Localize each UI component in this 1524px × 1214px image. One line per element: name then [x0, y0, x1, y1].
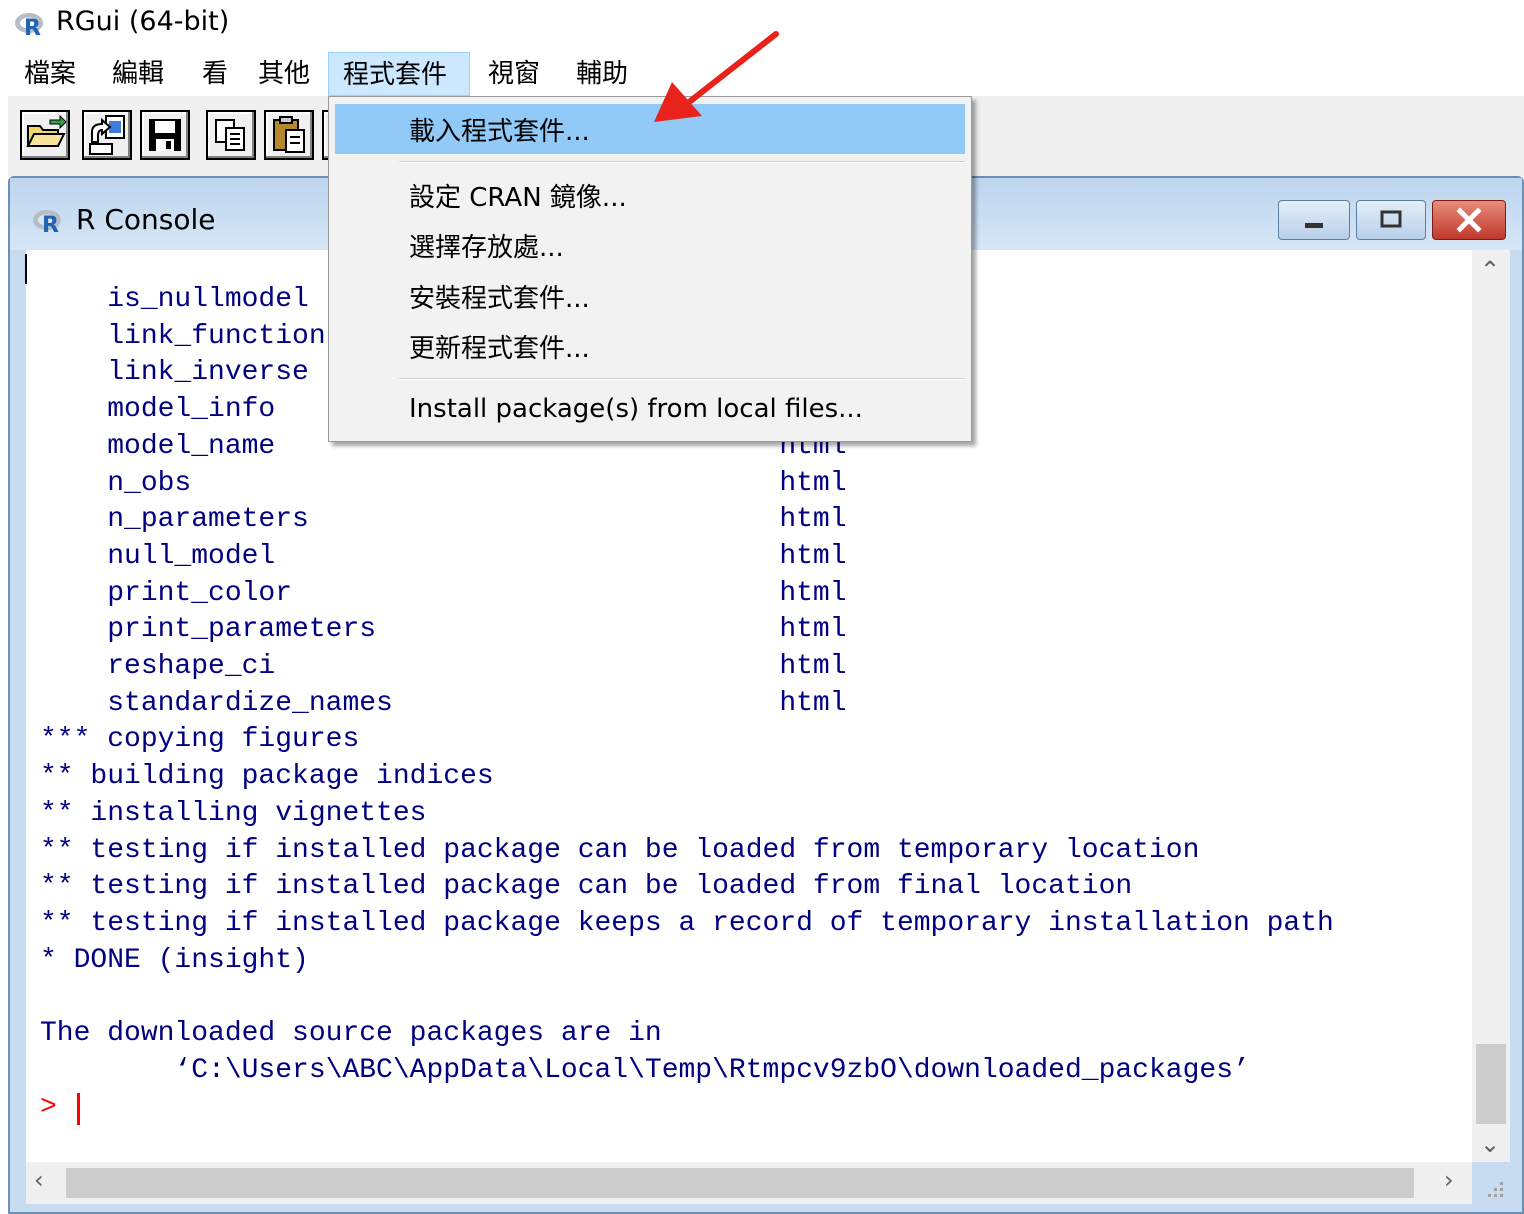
close-icon — [1456, 207, 1482, 233]
menu-misc[interactable]: 其他 — [246, 52, 328, 96]
paste-icon — [273, 116, 305, 153]
copy-button[interactable] — [206, 110, 256, 160]
menu-packages[interactable]: 程式套件 — [328, 52, 470, 96]
menu-file[interactable]: 檔案 — [12, 52, 94, 96]
save-icon — [149, 119, 181, 151]
resize-grip-icon[interactable] — [1482, 1176, 1506, 1200]
horizontal-scroll-thumb[interactable] — [66, 1168, 1414, 1198]
menu-item-install-package[interactable]: 安裝程式套件... — [409, 278, 590, 315]
menu-separator — [399, 378, 965, 380]
copy-icon — [215, 119, 245, 151]
menu-edit[interactable]: 編輯 — [100, 52, 182, 96]
restore-button[interactable] — [1356, 200, 1426, 240]
scroll-left-icon[interactable]: ‹ — [34, 1166, 44, 1194]
minimize-icon — [1305, 223, 1323, 228]
menu-separator — [399, 161, 965, 163]
minimize-button[interactable] — [1278, 200, 1350, 240]
vertical-scrollbar[interactable] — [1472, 250, 1510, 1162]
text-cursor — [25, 254, 27, 284]
restore-icon — [1380, 210, 1402, 228]
menu-item-select-repositories[interactable]: 選擇存放處... — [409, 227, 564, 264]
load-workspace-button[interactable] — [82, 110, 132, 160]
close-button[interactable] — [1432, 200, 1506, 240]
svg-text:R: R — [42, 213, 59, 238]
menu-item-set-cran-mirror[interactable]: 設定 CRAN 鏡像... — [409, 177, 627, 214]
load-workspace-icon — [89, 115, 125, 155]
open-script-button[interactable] — [20, 110, 70, 160]
packages-dropdown-menu: 載入程式套件... 設定 CRAN 鏡像... 選擇存放處... 安裝程式套件.… — [328, 96, 972, 442]
menu-windows[interactable]: 視窗 — [476, 52, 558, 96]
save-button[interactable] — [140, 110, 190, 160]
menu-view[interactable]: 看 — [190, 52, 240, 96]
svg-text:R: R — [24, 16, 41, 41]
scroll-down-icon[interactable]: ⌄ — [1480, 1130, 1500, 1158]
menu-bar: 檔案 編輯 看 其他 程式套件 視窗 輔助 — [8, 52, 1524, 97]
menu-help[interactable]: 輔助 — [564, 52, 646, 96]
menu-item-install-local[interactable]: Install package(s) from local files... — [409, 394, 863, 424]
r-logo-icon: R — [15, 13, 43, 41]
app-title: RGui (64-bit) — [56, 6, 230, 37]
scroll-right-icon[interactable]: › — [1444, 1166, 1454, 1194]
paste-button[interactable] — [264, 110, 314, 160]
vertical-scroll-thumb[interactable] — [1476, 1044, 1506, 1124]
r-logo-icon: R — [33, 210, 61, 238]
menu-item-update-packages[interactable]: 更新程式套件... — [409, 328, 590, 365]
scroll-up-icon[interactable]: ⌃ — [1480, 256, 1500, 284]
console-prompt: > — [40, 1092, 57, 1123]
open-script-icon — [26, 114, 67, 147]
menu-item-load-package[interactable]: 載入程式套件... — [409, 111, 590, 148]
input-caret[interactable] — [77, 1093, 80, 1125]
console-title: R Console — [76, 203, 216, 236]
